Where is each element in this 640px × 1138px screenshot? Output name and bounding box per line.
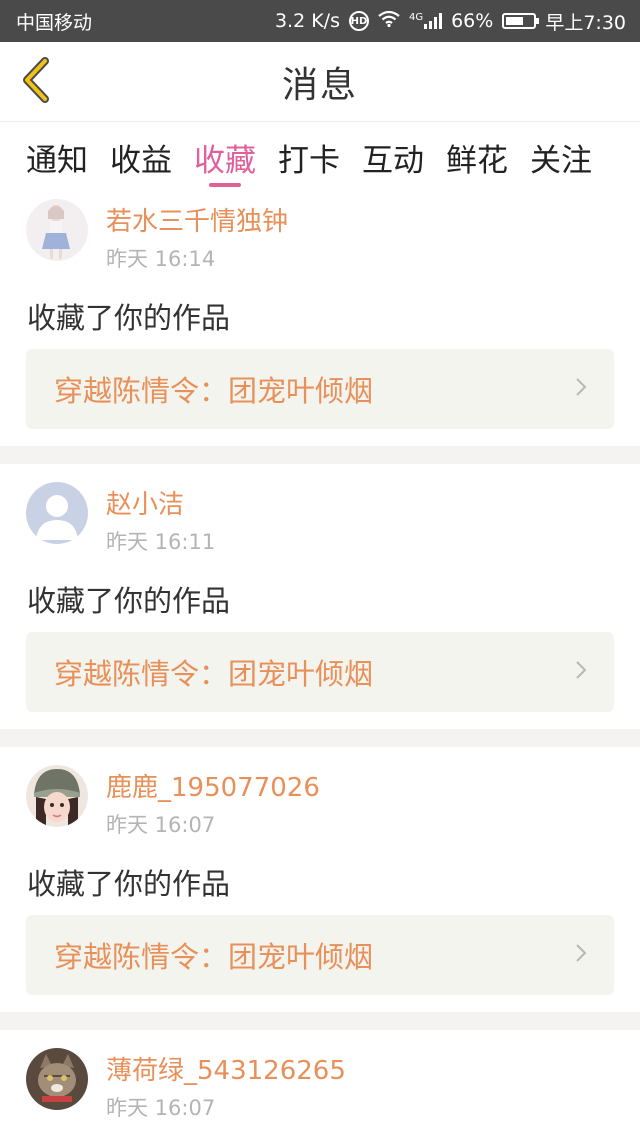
tab-favorites[interactable]: 收藏: [194, 123, 256, 189]
message-header: 薄荷绿_543126265 昨天 16:07: [0, 1038, 640, 1124]
username[interactable]: 若水三千情独钟: [106, 201, 288, 238]
work-title: 穿越陈情令：团宠叶倾烟: [54, 657, 374, 691]
message-header: 赵小洁 昨天 16:11: [0, 472, 640, 558]
action-text: 收藏了你的作品: [27, 584, 231, 618]
tab-notice[interactable]: 通知: [26, 123, 88, 189]
timestamp: 昨天 16:07: [106, 1096, 216, 1120]
username[interactable]: 赵小洁: [106, 484, 184, 521]
action-text: 收藏了你的作品: [27, 301, 231, 335]
back-button[interactable]: [12, 54, 60, 110]
cell-signal: 4G: [408, 12, 443, 29]
avatar[interactable]: [26, 1048, 88, 1110]
message-list: 若水三千情独钟 昨天 16:14 收藏了你的作品 穿越陈情令：团宠叶倾烟 赵小洁…: [0, 189, 640, 1124]
timestamp: 昨天 16:14: [106, 247, 216, 271]
work-link[interactable]: 穿越陈情令：团宠叶倾烟: [26, 632, 614, 712]
username[interactable]: 薄荷绿_543126265: [106, 1050, 346, 1087]
tab-bar: 通知 收益 收藏 打卡 互动 鲜花 关注: [0, 123, 640, 189]
carrier-label: 中国移动: [16, 11, 93, 34]
status-bar: 中国移动 3.2 K/s HD 4G 66% 早上7:30: [0, 0, 640, 42]
work-link[interactable]: 穿越陈情令：团宠叶倾烟: [26, 349, 614, 429]
message-header: 若水三千情独钟 昨天 16:14: [0, 189, 640, 275]
tab-flowers[interactable]: 鲜花: [446, 123, 508, 189]
divider: [0, 1012, 640, 1030]
action-text: 收藏了你的作品: [27, 867, 231, 901]
timestamp: 昨天 16:07: [106, 813, 216, 837]
chevron-right-icon: [574, 376, 588, 402]
battery-icon: [502, 13, 540, 29]
tab-interaction[interactable]: 互动: [362, 123, 424, 189]
avatar[interactable]: [26, 199, 88, 261]
chevron-right-icon: [574, 659, 588, 685]
chevron-right-icon: [574, 942, 588, 968]
work-link[interactable]: 穿越陈情令：团宠叶倾烟: [26, 915, 614, 995]
avatar[interactable]: [26, 765, 88, 827]
work-title: 穿越陈情令：团宠叶倾烟: [54, 940, 374, 974]
work-title: 穿越陈情令：团宠叶倾烟: [54, 374, 374, 408]
username[interactable]: 鹿鹿_195077026: [106, 767, 320, 804]
page-title: 消息: [281, 65, 358, 106]
tab-earnings[interactable]: 收益: [110, 123, 172, 189]
tab-checkin[interactable]: 打卡: [278, 123, 340, 189]
nav-bar: 消息: [0, 42, 640, 122]
chevron-left-icon: [21, 57, 51, 107]
hd-icon: HD: [348, 11, 369, 31]
battery-percent: 66%: [451, 10, 494, 32]
timestamp: 昨天 16:11: [106, 530, 216, 554]
message-card: 鹿鹿_195077026 昨天 16:07 收藏了你的作品 穿越陈情令：团宠叶倾…: [0, 747, 640, 1012]
tab-follow[interactable]: 关注: [530, 123, 592, 189]
signal-icon: [424, 13, 443, 29]
status-icons: 3.2 K/s HD 4G 66% 早上7:30: [275, 8, 626, 35]
network-speed: 3.2 K/s: [274, 10, 340, 32]
network-type: 4G: [408, 12, 424, 23]
clock: 早上7:30: [545, 11, 626, 34]
wifi-icon: [378, 10, 400, 32]
divider: [0, 446, 640, 464]
message-card: 薄荷绿_543126265 昨天 16:07: [0, 1030, 640, 1124]
message-card: 若水三千情独钟 昨天 16:14 收藏了你的作品 穿越陈情令：团宠叶倾烟: [0, 189, 640, 446]
divider: [0, 729, 640, 747]
message-header: 鹿鹿_195077026 昨天 16:07: [0, 755, 640, 841]
avatar[interactable]: [26, 482, 88, 544]
message-card: 赵小洁 昨天 16:11 收藏了你的作品 穿越陈情令：团宠叶倾烟: [0, 464, 640, 729]
